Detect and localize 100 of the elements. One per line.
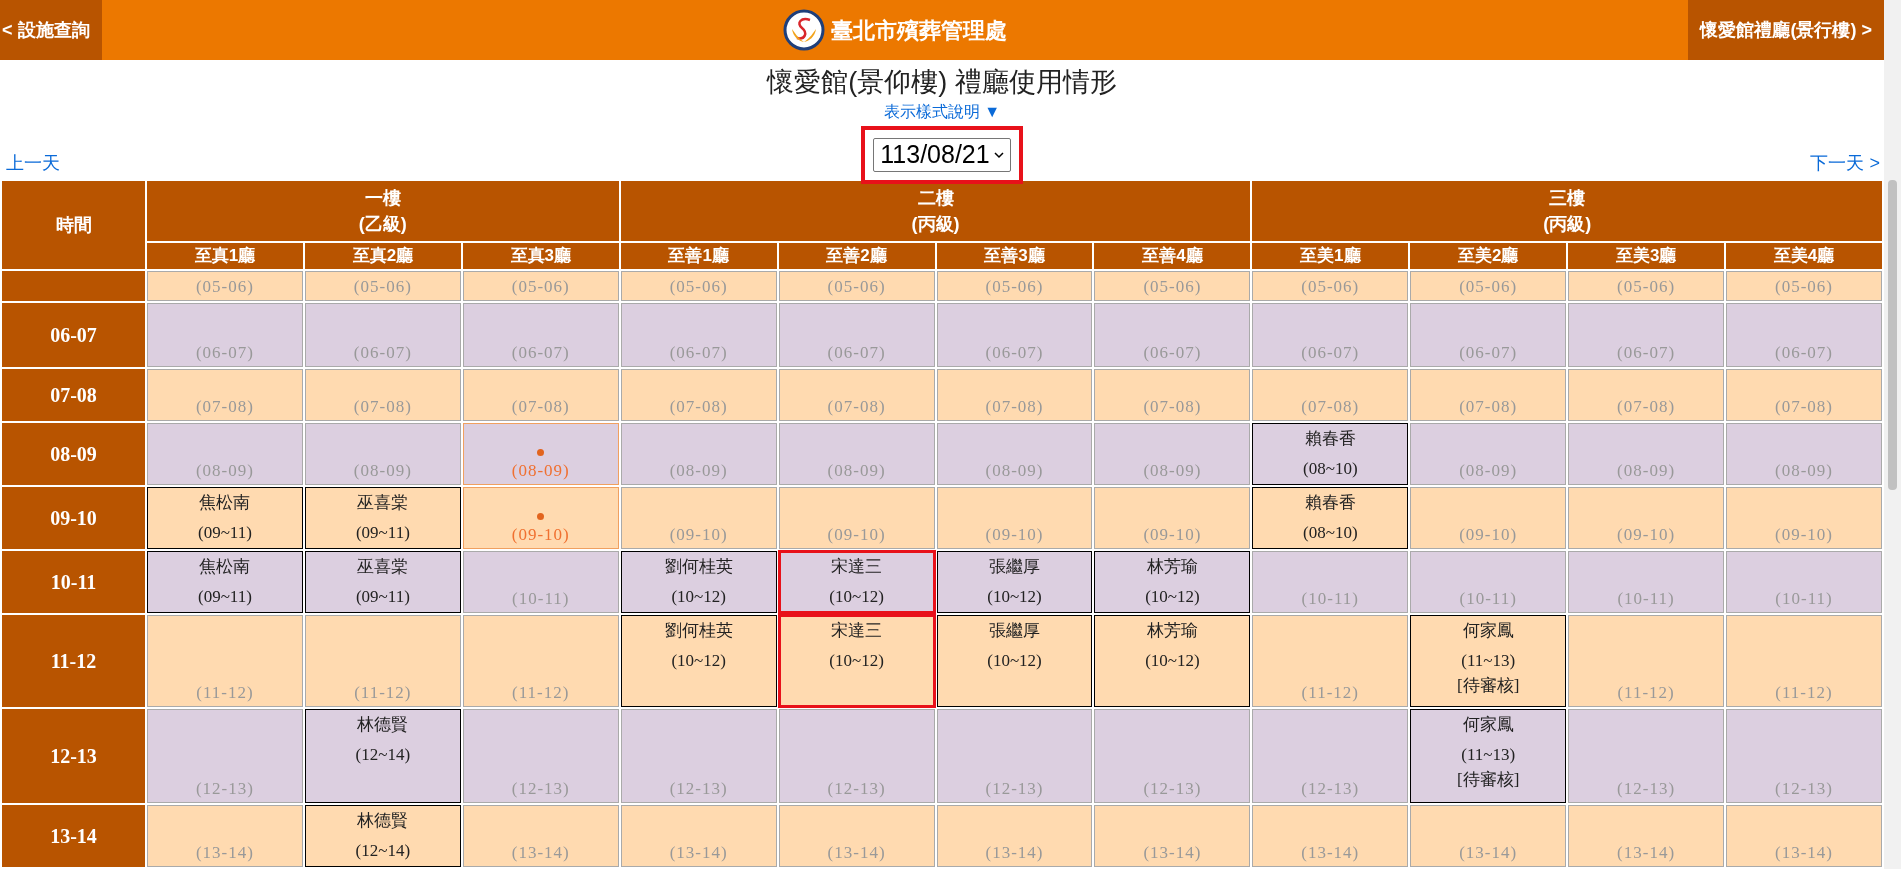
slot-label: (11-12) [1300,682,1360,704]
back-link[interactable]: < 設施查詢 [0,0,102,60]
slot-label: (05-06) [668,276,729,298]
slot-label: (11-12) [1616,682,1676,704]
slot-label: (08-09) [668,460,729,482]
slot-label: (12-13) [1616,778,1677,800]
scrollbar-thumb[interactable] [1888,180,1897,490]
floor-grade: (丙級) [1542,213,1593,236]
booking-range: (10~12) [1144,650,1201,672]
hall-header: 至善1廳 [620,243,777,269]
slot-label: (07-08) [1616,396,1677,418]
hall-header: 至善4廳 [1094,243,1251,269]
slot-label: (07-08) [1774,396,1834,418]
slot-label: (05-06) [1142,276,1203,298]
booking-range: (10~12) [828,650,885,672]
booking-range: (09~11) [197,586,253,608]
pending-note: [待審核] [1456,676,1521,696]
slot-label: (13-14) [194,842,255,864]
hall-header: 至真3廳 [462,243,619,269]
slot-label: (05-06) [194,276,255,298]
booking-name: 劉何桂英 [663,556,734,578]
slot-label: (12-13) [826,778,887,800]
slot-label: (08-09) [1458,460,1519,482]
booking-name: 宋達三 [830,620,884,642]
booking-range: (10~12) [670,586,727,608]
slot-label: (08-09) [1616,460,1677,482]
time-cell: 07-08 [2,369,145,421]
date-select[interactable]: 113/08/21 [873,138,1011,172]
slot-label: (06-07) [984,342,1045,364]
site-title: 臺北市殯葬管理處 [831,16,1007,45]
booking-range: (09~11) [354,586,411,608]
hall-header: 至美3廳 [1568,243,1725,269]
scrollbar[interactable] [1884,0,1901,869]
slot-label: (10-11) [511,588,571,610]
time-cell: 08-09 [2,423,145,485]
slot-label: (13-14) [826,842,887,864]
hall-header: 至真2廳 [304,243,461,269]
logo-icon [783,9,825,51]
slot-label: (08-09) [510,460,571,482]
time-header: 時間 [2,181,145,269]
slot-label: (09-10) [668,524,729,546]
slot-label: (12-13) [668,778,729,800]
slot-label: (05-06) [510,276,571,298]
slot-label: (13-14) [984,842,1045,864]
time-cell: 06-07 [2,303,145,367]
slot-label: (05-06) [1300,276,1361,298]
slot-label: (13-14) [1142,842,1203,864]
next-day-link[interactable]: 下一天 > [1810,150,1880,177]
booking-name: 焦松南 [198,556,252,578]
booking-range: (10~12) [986,586,1043,608]
booking-name: 何家鳳 [1461,620,1515,642]
booking-name: 張繼厚 [988,556,1041,578]
floor-name: 一樓 [363,187,402,210]
slot-label: (08-09) [826,460,887,482]
slot-label: (06-07) [1300,342,1361,364]
chevron-down-icon [993,151,1004,159]
booking-range: (12~14) [354,744,412,766]
slot-label: (10-11) [1300,588,1360,610]
slot-label: (06-07) [1458,342,1519,364]
booking-name: 賴春香 [1303,428,1357,450]
slot-label: (10-11) [1458,588,1518,610]
page-title: 懷愛館(景仰樓) 禮廳使用情形 [767,66,1117,99]
prev-day-link[interactable]: 上一天 [6,150,60,177]
slot-label: (11-12) [353,682,413,704]
booking-range: (08~10) [1302,522,1359,544]
floor-name: 二樓 [916,187,955,210]
slot-label: (05-06) [984,276,1045,298]
slot-label: (06-07) [1142,342,1203,364]
floor-grade: (乙級) [357,213,408,236]
time-cell: 12-13 [2,709,145,803]
booking-name: 宋達三 [830,556,884,578]
hall-header: 至美4廳 [1726,243,1882,269]
hall-header: 至美1廳 [1252,243,1409,269]
slot-label: (07-08) [1142,396,1203,418]
legend-link[interactable]: 表示樣式說明 ▼ [883,102,1001,122]
booking-name: 林芳瑜 [1145,620,1199,642]
slot-label: (07-08) [1458,396,1519,418]
slot-label: (05-06) [1616,276,1677,298]
slot-label: (11-12) [511,682,571,704]
slot-label: (13-14) [1616,842,1677,864]
slot-label: (11-12) [195,682,255,704]
slot-label: (10-11) [1774,588,1834,610]
slot-label: (09-10) [826,524,887,546]
booking-range: (11~13) [1460,650,1517,672]
slot-label: (13-14) [668,842,729,864]
booking-range: (10~12) [828,586,885,608]
slot-label: (09-10) [1458,524,1519,546]
slot-label: (06-07) [352,342,413,364]
slot-label: (12-13) [1774,778,1834,800]
slot-label: (05-06) [1774,276,1834,298]
slot-label: (07-08) [826,396,887,418]
floor-grade: (丙級) [910,213,961,236]
forward-link[interactable]: 懷愛館禮廳(景行樓) > [1688,0,1884,60]
hall-header: 至美2廳 [1410,243,1567,269]
slot-label: (07-08) [194,396,255,418]
slot-label: (09-10) [1616,524,1677,546]
slot-label: (05-06) [826,276,887,298]
slot-label: (07-08) [668,396,729,418]
slot-label: (13-14) [510,842,571,864]
time-cell: 13-14 [2,805,145,867]
